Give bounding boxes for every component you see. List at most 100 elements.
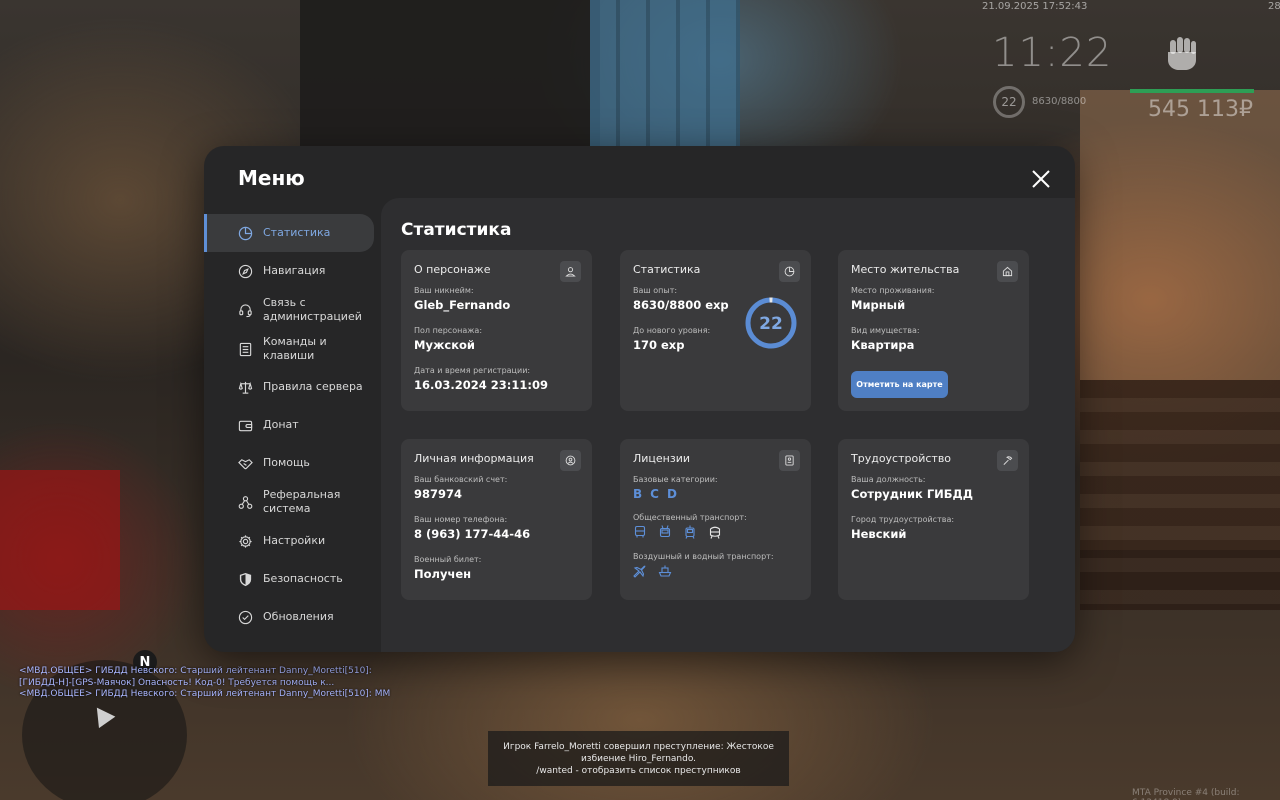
card-about: О персонаже Ваш никнейм: Gleb_Fernando П… [401,250,592,411]
close-icon [1032,170,1050,188]
exp-label: Ваш опыт: [633,286,678,295]
hammer-icon [997,450,1018,471]
public-transport-icons [633,525,798,540]
sidebar-item-label: Команды и клавиши [263,335,327,362]
sidebar-item-updates[interactable]: Обновления [204,598,380,636]
hud-exp: 8630/8800 [1032,96,1087,107]
scales-icon [237,379,253,395]
bank-value: 987974 [414,487,463,501]
stats-panel: Статистика О персонаже Ваш никнейм: Gleb… [381,198,1075,652]
sidebar-item-help[interactable]: Помощь [204,444,380,482]
level-number: 22 [759,314,783,334]
sidebar-item-referral[interactable]: Реферальная система [204,482,380,522]
base-categories-label: Базовые категории: [633,475,718,484]
nick-value: Gleb_Fernando [414,298,511,312]
plane-icon [633,564,648,579]
license-category: D [666,487,677,501]
military-value: Получен [414,567,472,581]
card-job: Трудоустройство Ваша должность: Сотрудни… [838,439,1029,600]
card-title: Лицензии [633,452,691,465]
sidebar-item-donate[interactable]: Донат [204,406,380,444]
sidebar-item-label: Настройки [263,534,326,547]
place-label: Место проживания: [851,286,935,295]
hud-fps: 28 [1268,1,1280,12]
card-licenses: Лицензии Базовые категории: B C D Общест… [620,439,811,600]
chart-icon [779,261,800,282]
public-transport-label: Общественный транспорт: [633,513,747,522]
build-info: MTA Province #4 (build: 6.12418.9) [1132,788,1240,800]
nick-label: Ваш никнейм: [414,286,474,295]
sidebar-item-label: Связь с администрацией [263,296,362,323]
card-statistics: Статистика Ваш опыт: 8630/8800 exp До но… [620,250,811,411]
background-lockers [590,0,740,150]
card-residence: Место жительства Место проживания: Мирны… [838,250,1029,411]
list-icon [237,341,253,357]
air-water-transport-icons [633,564,798,579]
license-category: C [650,487,659,501]
document-icon [779,450,800,471]
sidebar-item-label: Безопасность [263,572,343,585]
chat-log: <МВД.ОБЩЕЕ> ГИБДД Невского: Старший лейт… [19,666,390,701]
sidebar-item-commands[interactable]: Команды и клавиши [204,330,380,368]
house-icon [997,261,1018,282]
license-categories: B C D [633,487,798,501]
card-title: Статистика [633,263,701,276]
chat-line: <МВД.ОБЩЕЕ> ГИБДД Невского: Старший лейт… [19,666,372,676]
shield-icon [237,571,253,587]
sidebar-item-settings[interactable]: Настройки [204,522,380,560]
chat-line: <МВД.ОБЩЕЕ> ГИБДД Невского: Старший лейт… [19,689,391,699]
sidebar-item-navigation[interactable]: Навигация [204,252,380,290]
notification-line: избиение Hiro_Fernando. [580,754,697,764]
gear-icon [237,533,253,549]
hud-level-badge: 22 [993,86,1025,118]
hud-money: 545 113₽ [1148,97,1253,122]
network-icon [237,494,253,510]
notification-line: /wanted - отобразить список преступников [536,766,741,776]
background-bench [1080,380,1280,610]
sidebar-item-label: Помощь [263,456,310,469]
phone-label: Ваш номер телефона: [414,515,508,524]
card-title: О персонаже [414,263,491,276]
hud-health-bar [1130,89,1254,93]
headset-icon [237,302,253,318]
sidebar-item-label: Статистика [263,226,331,239]
mark-on-map-button[interactable]: Отметить на карте [851,371,948,398]
place-value: Мирный [851,298,906,312]
sidebar-item-rules[interactable]: Правила сервера [204,368,380,406]
license-category: B [633,487,643,501]
page-title: Статистика [401,220,512,240]
user-icon [560,261,581,282]
level-ring: 22 [744,296,798,350]
sidebar-item-label: Навигация [263,264,326,277]
close-button[interactable] [1028,166,1054,192]
air-water-transport-label: Воздушный и водный транспорт: [633,552,774,561]
bank-label: Ваш банковский счет: [414,475,508,484]
military-label: Военный билет: [414,555,482,564]
background-door [300,0,600,150]
background-object [0,470,120,610]
fist-icon [1160,32,1204,76]
crime-notification: Игрок Farrelo_Moretti совершил преступле… [488,731,789,786]
menu-title: Меню [238,166,305,190]
card-personal: Личная информация Ваш банковский счет: 9… [401,439,592,600]
sidebar-item-statistics[interactable]: Статистика [204,214,374,252]
position-label: Ваша должность: [851,475,926,484]
sidebar-item-label: Правила сервера [263,380,363,393]
property-label: Вид имущества: [851,326,920,335]
property-value: Квартира [851,338,915,352]
bus-icon [633,525,648,540]
sidebar-item-security[interactable]: Безопасность [204,560,380,598]
sidebar-item-label: Донат [263,418,299,431]
hud-datetime: 21.09.2025 17:52:43 [982,1,1088,12]
phone-value: 8 (963) 177-44-46 [414,527,531,541]
sidebar-item-contact-admin[interactable]: Связь с администрацией [204,290,380,330]
compass-icon [237,263,253,279]
chat-line: [ГИБДД-Н]-[GPS-Маячок] Опасность! Код-0!… [19,677,335,688]
menu-window: Меню Статистика Навигация Связь с админи… [204,146,1075,652]
id-badge-icon [560,450,581,471]
menu-sidebar: Статистика Навигация Связь с администрац… [204,214,380,636]
wallet-icon [237,417,253,433]
reg-label: Дата и время регистрации: [414,366,531,375]
city-value: Невский [851,527,907,541]
gender-value: Мужской [414,338,475,352]
